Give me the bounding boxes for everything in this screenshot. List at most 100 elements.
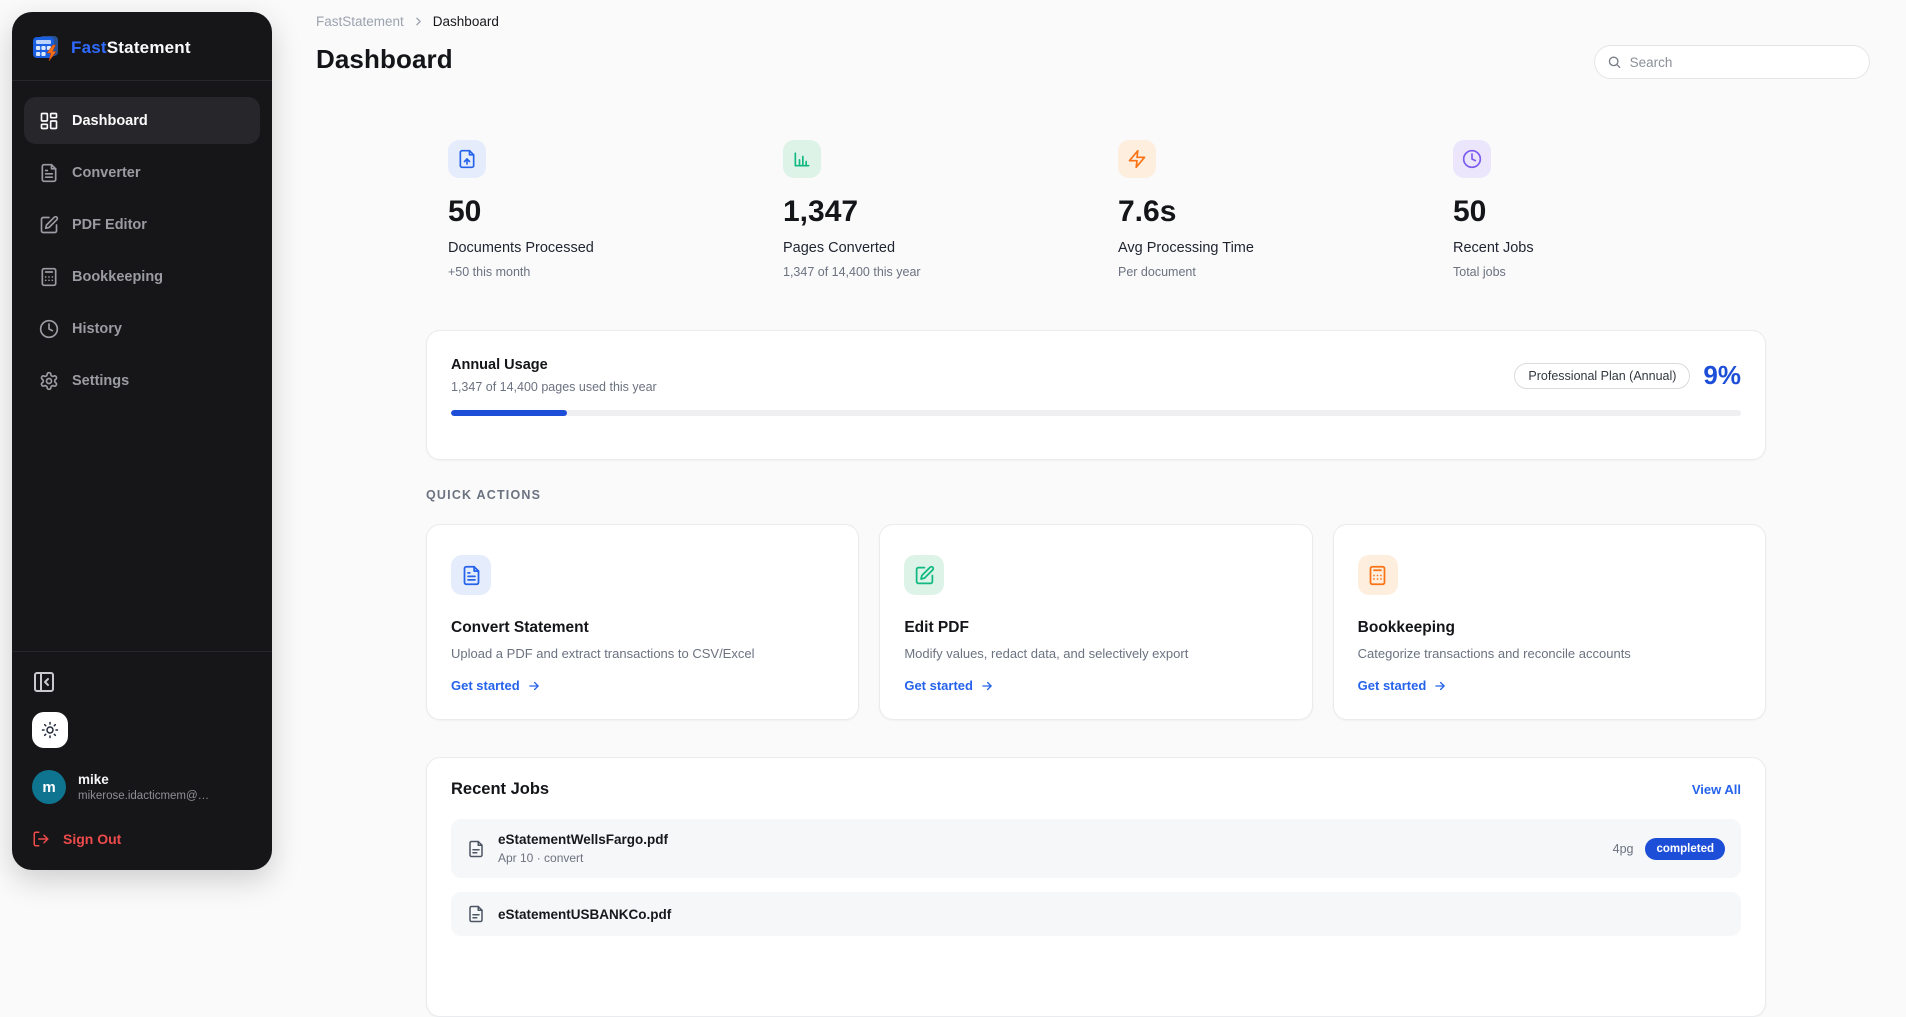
- sidebar-item-bookkeeping[interactable]: Bookkeeping: [24, 253, 260, 300]
- sidebar-item-label: History: [72, 321, 122, 337]
- qa-title: Edit PDF: [904, 619, 1287, 637]
- stat-label: Avg Processing Time: [1118, 240, 1431, 256]
- app-logo[interactable]: FastStatement: [12, 12, 272, 80]
- status-badge: completed: [1645, 838, 1725, 860]
- page-title: Dashboard: [316, 44, 453, 75]
- sidebar-item-label: Dashboard: [72, 113, 148, 129]
- stat-value: 1,347: [783, 195, 1096, 229]
- file-text-icon: [461, 565, 482, 586]
- qa-desc: Upload a PDF and extract transactions to…: [451, 646, 834, 661]
- qa-title: Bookkeeping: [1358, 619, 1741, 637]
- usage-text: Annual Usage 1,347 of 14,400 pages used …: [451, 357, 657, 394]
- file-text-icon: [39, 163, 59, 183]
- sidebar-item-converter[interactable]: Converter: [24, 149, 260, 196]
- zap-icon: [1127, 149, 1147, 169]
- sidebar-item-settings[interactable]: Settings: [24, 357, 260, 404]
- gear-icon: [39, 371, 59, 391]
- calculator-icon: [1367, 565, 1388, 586]
- qa-icon-box: [451, 555, 491, 595]
- qa-icon-box: [904, 555, 944, 595]
- stat-icon-box: [783, 140, 821, 178]
- sidebar-item-label: Settings: [72, 373, 129, 389]
- user-name: mike: [78, 772, 209, 787]
- calculator-icon: [39, 267, 59, 287]
- sidebar-item-label: Converter: [72, 165, 141, 181]
- get-started-link[interactable]: Get started: [451, 678, 834, 693]
- usage-title: Annual Usage: [451, 357, 657, 373]
- dashboard-icon: [39, 111, 59, 131]
- clock-icon: [1462, 149, 1482, 169]
- quick-action-convert-statement[interactable]: Convert Statement Upload a PDF and extra…: [426, 524, 859, 720]
- stat-documents-processed: 50 Documents Processed +50 this month: [426, 140, 761, 279]
- qa-desc: Modify values, redact data, and selectiv…: [904, 646, 1287, 661]
- job-row[interactable]: eStatementUSBANKCo.pdf: [451, 892, 1741, 936]
- quick-action-bookkeeping[interactable]: Bookkeeping Categorize transactions and …: [1333, 524, 1766, 720]
- annual-usage-card: Annual Usage 1,347 of 14,400 pages used …: [426, 330, 1766, 460]
- user-info: mike mikerose.idacticmem@…: [78, 772, 209, 802]
- sidebar-item-pdf-editor[interactable]: PDF Editor: [24, 201, 260, 248]
- theme-toggle-button[interactable]: [32, 712, 68, 748]
- quick-actions-row: Convert Statement Upload a PDF and extra…: [426, 524, 1766, 720]
- main-content: FastStatement Dashboard Dashboard 50 Doc…: [272, 0, 1906, 886]
- sign-out-label: Sign Out: [63, 831, 121, 847]
- stat-avg-processing-time: 7.6s Avg Processing Time Per document: [1096, 140, 1431, 279]
- sidebar-item-label: Bookkeeping: [72, 269, 163, 285]
- recent-jobs-title: Recent Jobs: [451, 780, 549, 799]
- bar-chart-icon: [792, 149, 812, 169]
- file-icon: [467, 905, 485, 923]
- plan-badge: Professional Plan (Annual): [1514, 363, 1690, 389]
- stat-label: Documents Processed: [448, 240, 761, 256]
- qa-cta-label: Get started: [904, 678, 973, 693]
- usage-percent: 9%: [1703, 360, 1741, 391]
- stat-value: 50: [1453, 195, 1766, 229]
- search-input[interactable]: [1630, 55, 1857, 70]
- sidebar-item-label: PDF Editor: [72, 217, 147, 233]
- breadcrumb-root[interactable]: FastStatement: [316, 14, 404, 29]
- recent-jobs-card: Recent Jobs View All eStatementWellsFarg…: [426, 757, 1766, 1017]
- search-icon: [1607, 54, 1622, 70]
- qa-icon-box: [1358, 555, 1398, 595]
- sun-icon: [41, 721, 59, 739]
- sidebar-footer: m mike mikerose.idacticmem@… Sign Out: [12, 651, 272, 870]
- sidebar-nav: Dashboard Converter PDF Editor Bookkeepi…: [12, 81, 272, 420]
- stat-icon-box: [1118, 140, 1156, 178]
- file-icon: [467, 840, 485, 858]
- stat-label: Pages Converted: [783, 240, 1096, 256]
- collapse-sidebar-button[interactable]: [32, 670, 58, 696]
- usage-subtitle: 1,347 of 14,400 pages used this year: [451, 380, 657, 394]
- arrow-right-icon: [1433, 679, 1447, 693]
- stat-label: Recent Jobs: [1453, 240, 1766, 256]
- quick-action-edit-pdf[interactable]: Edit PDF Modify values, redact data, and…: [879, 524, 1312, 720]
- qa-cta-label: Get started: [451, 678, 520, 693]
- stat-sub: +50 this month: [448, 265, 761, 279]
- stat-value: 7.6s: [1118, 195, 1431, 229]
- stat-icon-box: [448, 140, 486, 178]
- sidebar-item-history[interactable]: History: [24, 305, 260, 352]
- quick-actions-heading: QUICK ACTIONS: [426, 488, 541, 502]
- breadcrumb-current: Dashboard: [433, 14, 499, 29]
- job-row[interactable]: eStatementWellsFargo.pdf Apr 10 · conver…: [451, 819, 1741, 878]
- clock-icon: [39, 319, 59, 339]
- edit-pen-icon: [39, 215, 59, 235]
- app-title: FastStatement: [71, 38, 191, 58]
- avatar: m: [32, 770, 66, 804]
- edit-pen-icon: [914, 565, 935, 586]
- get-started-link[interactable]: Get started: [904, 678, 1287, 693]
- stat-recent-jobs: 50 Recent Jobs Total jobs: [1431, 140, 1766, 279]
- job-text: eStatementWellsFargo.pdf Apr 10 · conver…: [498, 832, 668, 865]
- chevron-right-icon: [412, 15, 425, 28]
- qa-cta-label: Get started: [1358, 678, 1427, 693]
- sidebar-item-dashboard[interactable]: Dashboard: [24, 97, 260, 144]
- search-box[interactable]: [1594, 45, 1870, 79]
- job-filename: eStatementUSBANKCo.pdf: [498, 907, 671, 922]
- sign-out-button[interactable]: Sign Out: [32, 830, 252, 848]
- breadcrumb: FastStatement Dashboard: [316, 14, 499, 29]
- stat-sub: Per document: [1118, 265, 1431, 279]
- user-profile[interactable]: m mike mikerose.idacticmem@…: [32, 770, 252, 804]
- stat-icon-box: [1453, 140, 1491, 178]
- usage-progress-fill: [451, 410, 567, 416]
- view-all-link[interactable]: View All: [1692, 782, 1741, 797]
- qa-desc: Categorize transactions and reconcile ac…: [1358, 646, 1741, 661]
- get-started-link[interactable]: Get started: [1358, 678, 1741, 693]
- file-up-icon: [457, 149, 477, 169]
